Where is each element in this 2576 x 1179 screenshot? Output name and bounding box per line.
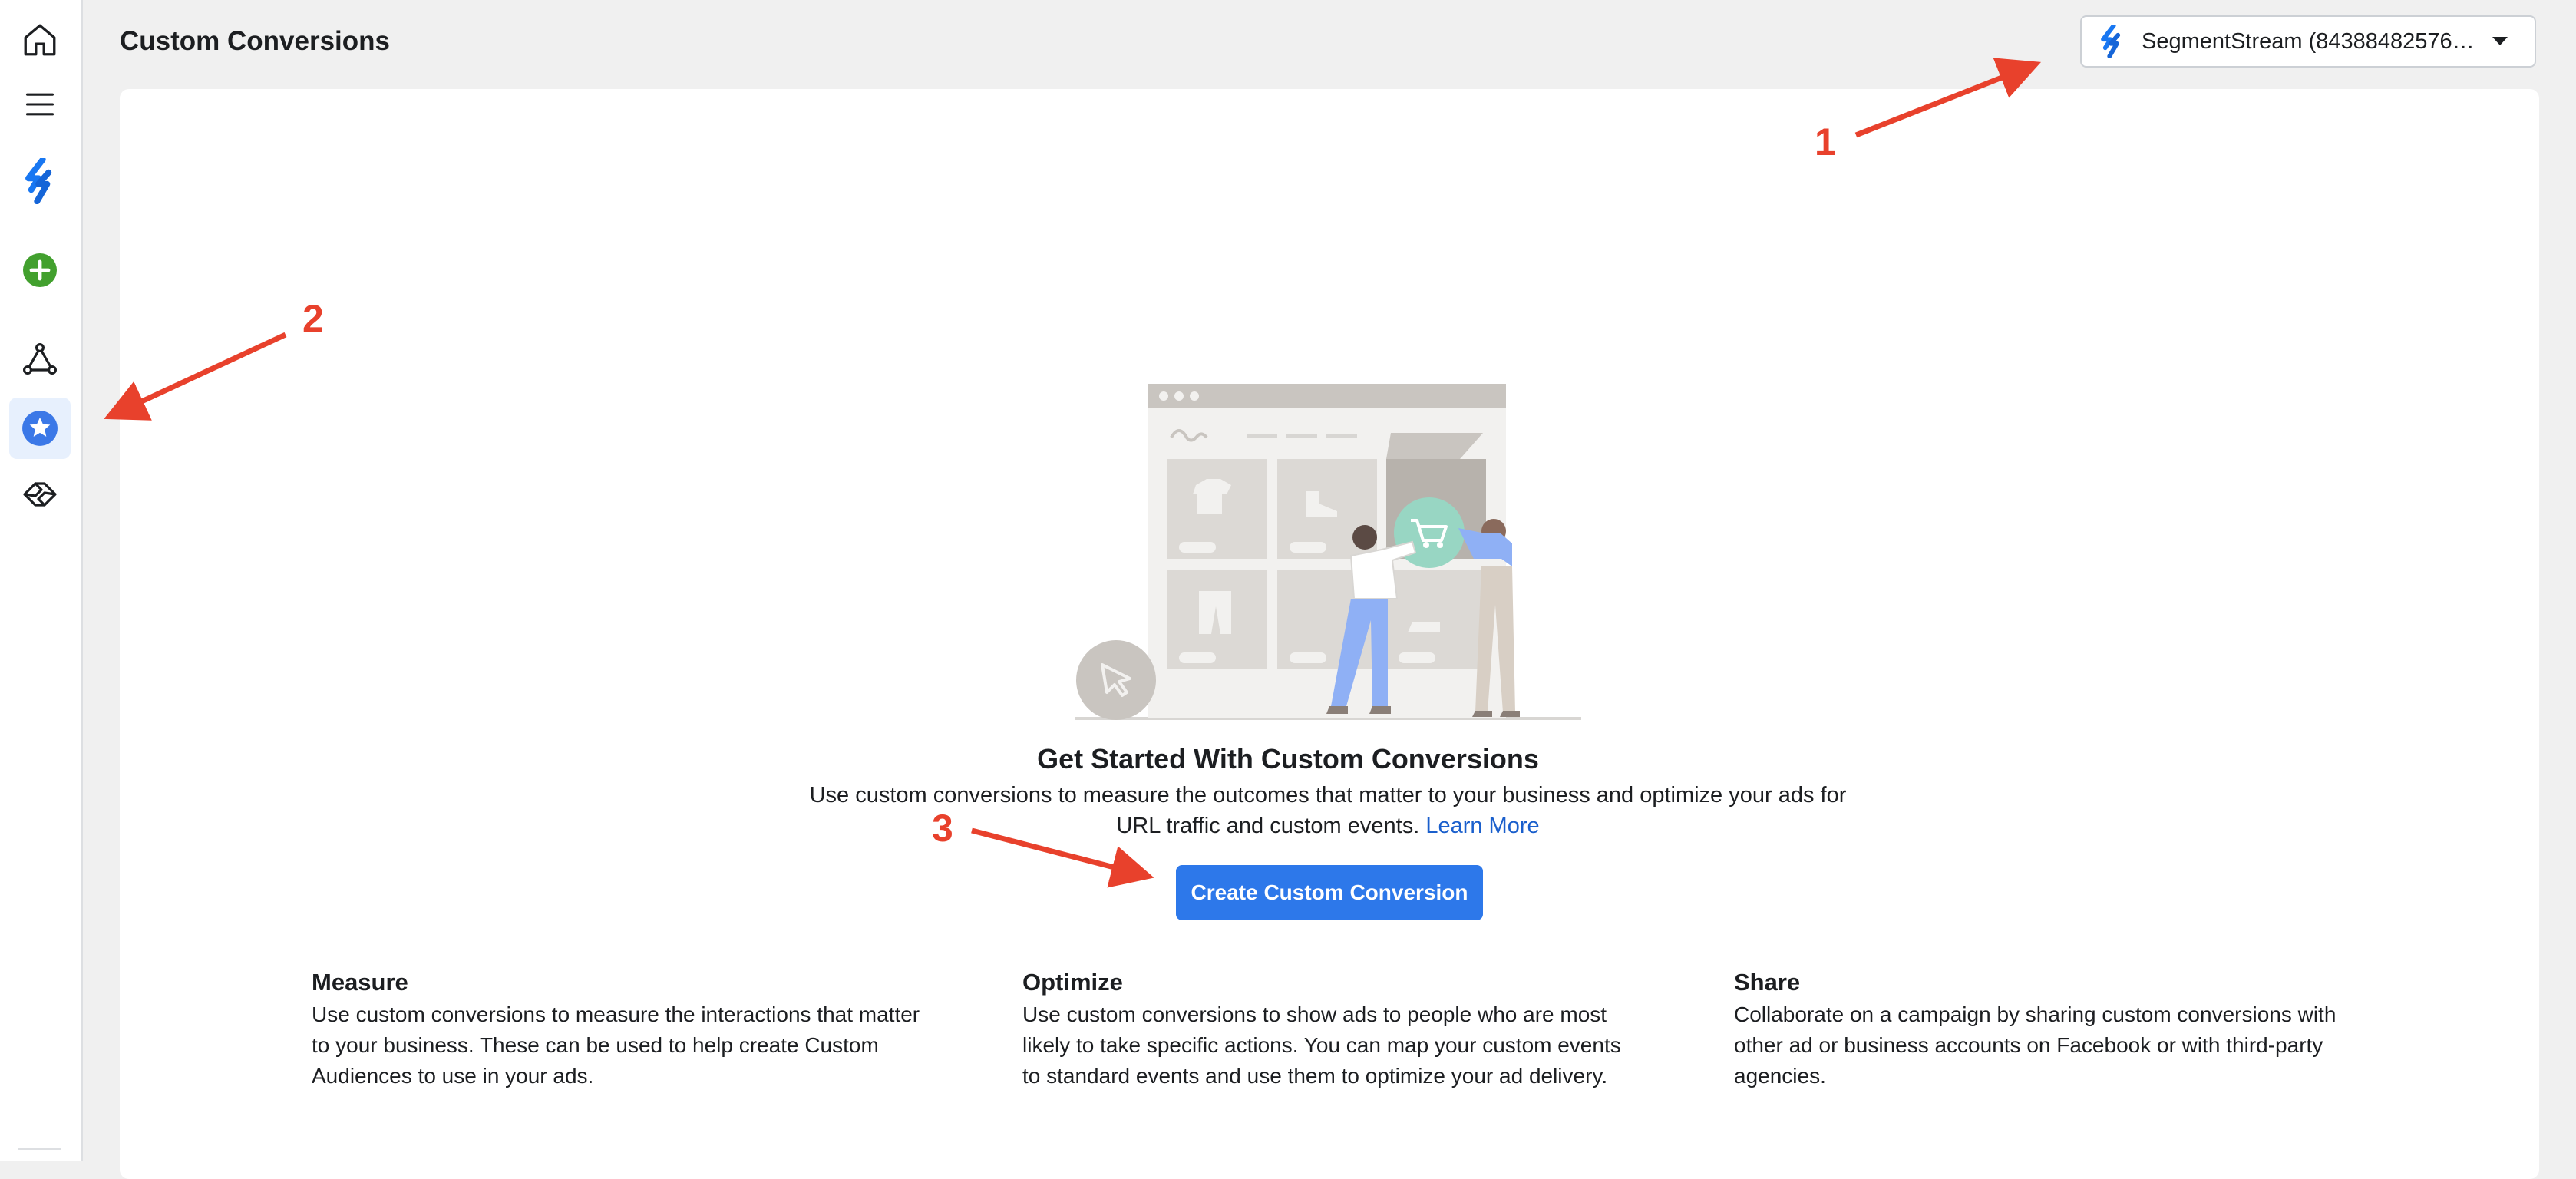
account-selector-label: SegmentStream (843884825767…: [2142, 28, 2478, 54]
feature-share: Share Collaborate on a campaign by shari…: [1734, 969, 2348, 1091]
feature-text: Use custom conversions to measure the in…: [312, 1002, 920, 1088]
feature-measure: Measure Use custom conversions to measur…: [312, 969, 926, 1091]
page-title: Custom Conversions: [120, 26, 390, 56]
left-sidebar: [0, 0, 83, 1161]
feature-optimize: Optimize Use custom conversions to show …: [1022, 969, 1636, 1091]
segmentstream-account-icon: [2101, 25, 2121, 58]
annotation-label-1: 1: [1815, 121, 1836, 163]
annotation-label-2: 2: [302, 297, 324, 340]
empty-state-title: Get Started With Custom Conversions: [1037, 743, 1539, 774]
empty-state-illustration: [1075, 384, 1581, 720]
feature-text: Use custom conversions to show ads to pe…: [1022, 1002, 1621, 1088]
learn-more-link[interactable]: Learn More: [1425, 814, 1539, 838]
feature-text: Collaborate on a campaign by sharing cus…: [1734, 1002, 2337, 1088]
feature-heading: Measure: [312, 969, 408, 996]
chevron-down-icon: [2492, 37, 2508, 45]
account-selector[interactable]: SegmentStream (843884825767…: [2080, 15, 2536, 68]
partner-integrations-icon[interactable]: [9, 464, 71, 525]
custom-conversions-star-icon[interactable]: [9, 398, 71, 459]
feature-heading: Share: [1734, 969, 1801, 996]
home-icon[interactable]: [9, 9, 71, 71]
sidebar-divider: [18, 1148, 61, 1150]
feature-heading: Optimize: [1022, 969, 1123, 996]
add-icon[interactable]: [9, 239, 71, 301]
empty-state-description-text: Use custom conversions to measure the ou…: [809, 783, 1847, 838]
segmentstream-logo-icon[interactable]: [9, 150, 71, 212]
create-custom-conversion-button[interactable]: Create Custom Conversion: [1176, 865, 1483, 920]
annotation-label-3: 3: [932, 807, 953, 850]
menu-icon[interactable]: [9, 74, 71, 135]
events-network-icon[interactable]: [9, 329, 71, 390]
